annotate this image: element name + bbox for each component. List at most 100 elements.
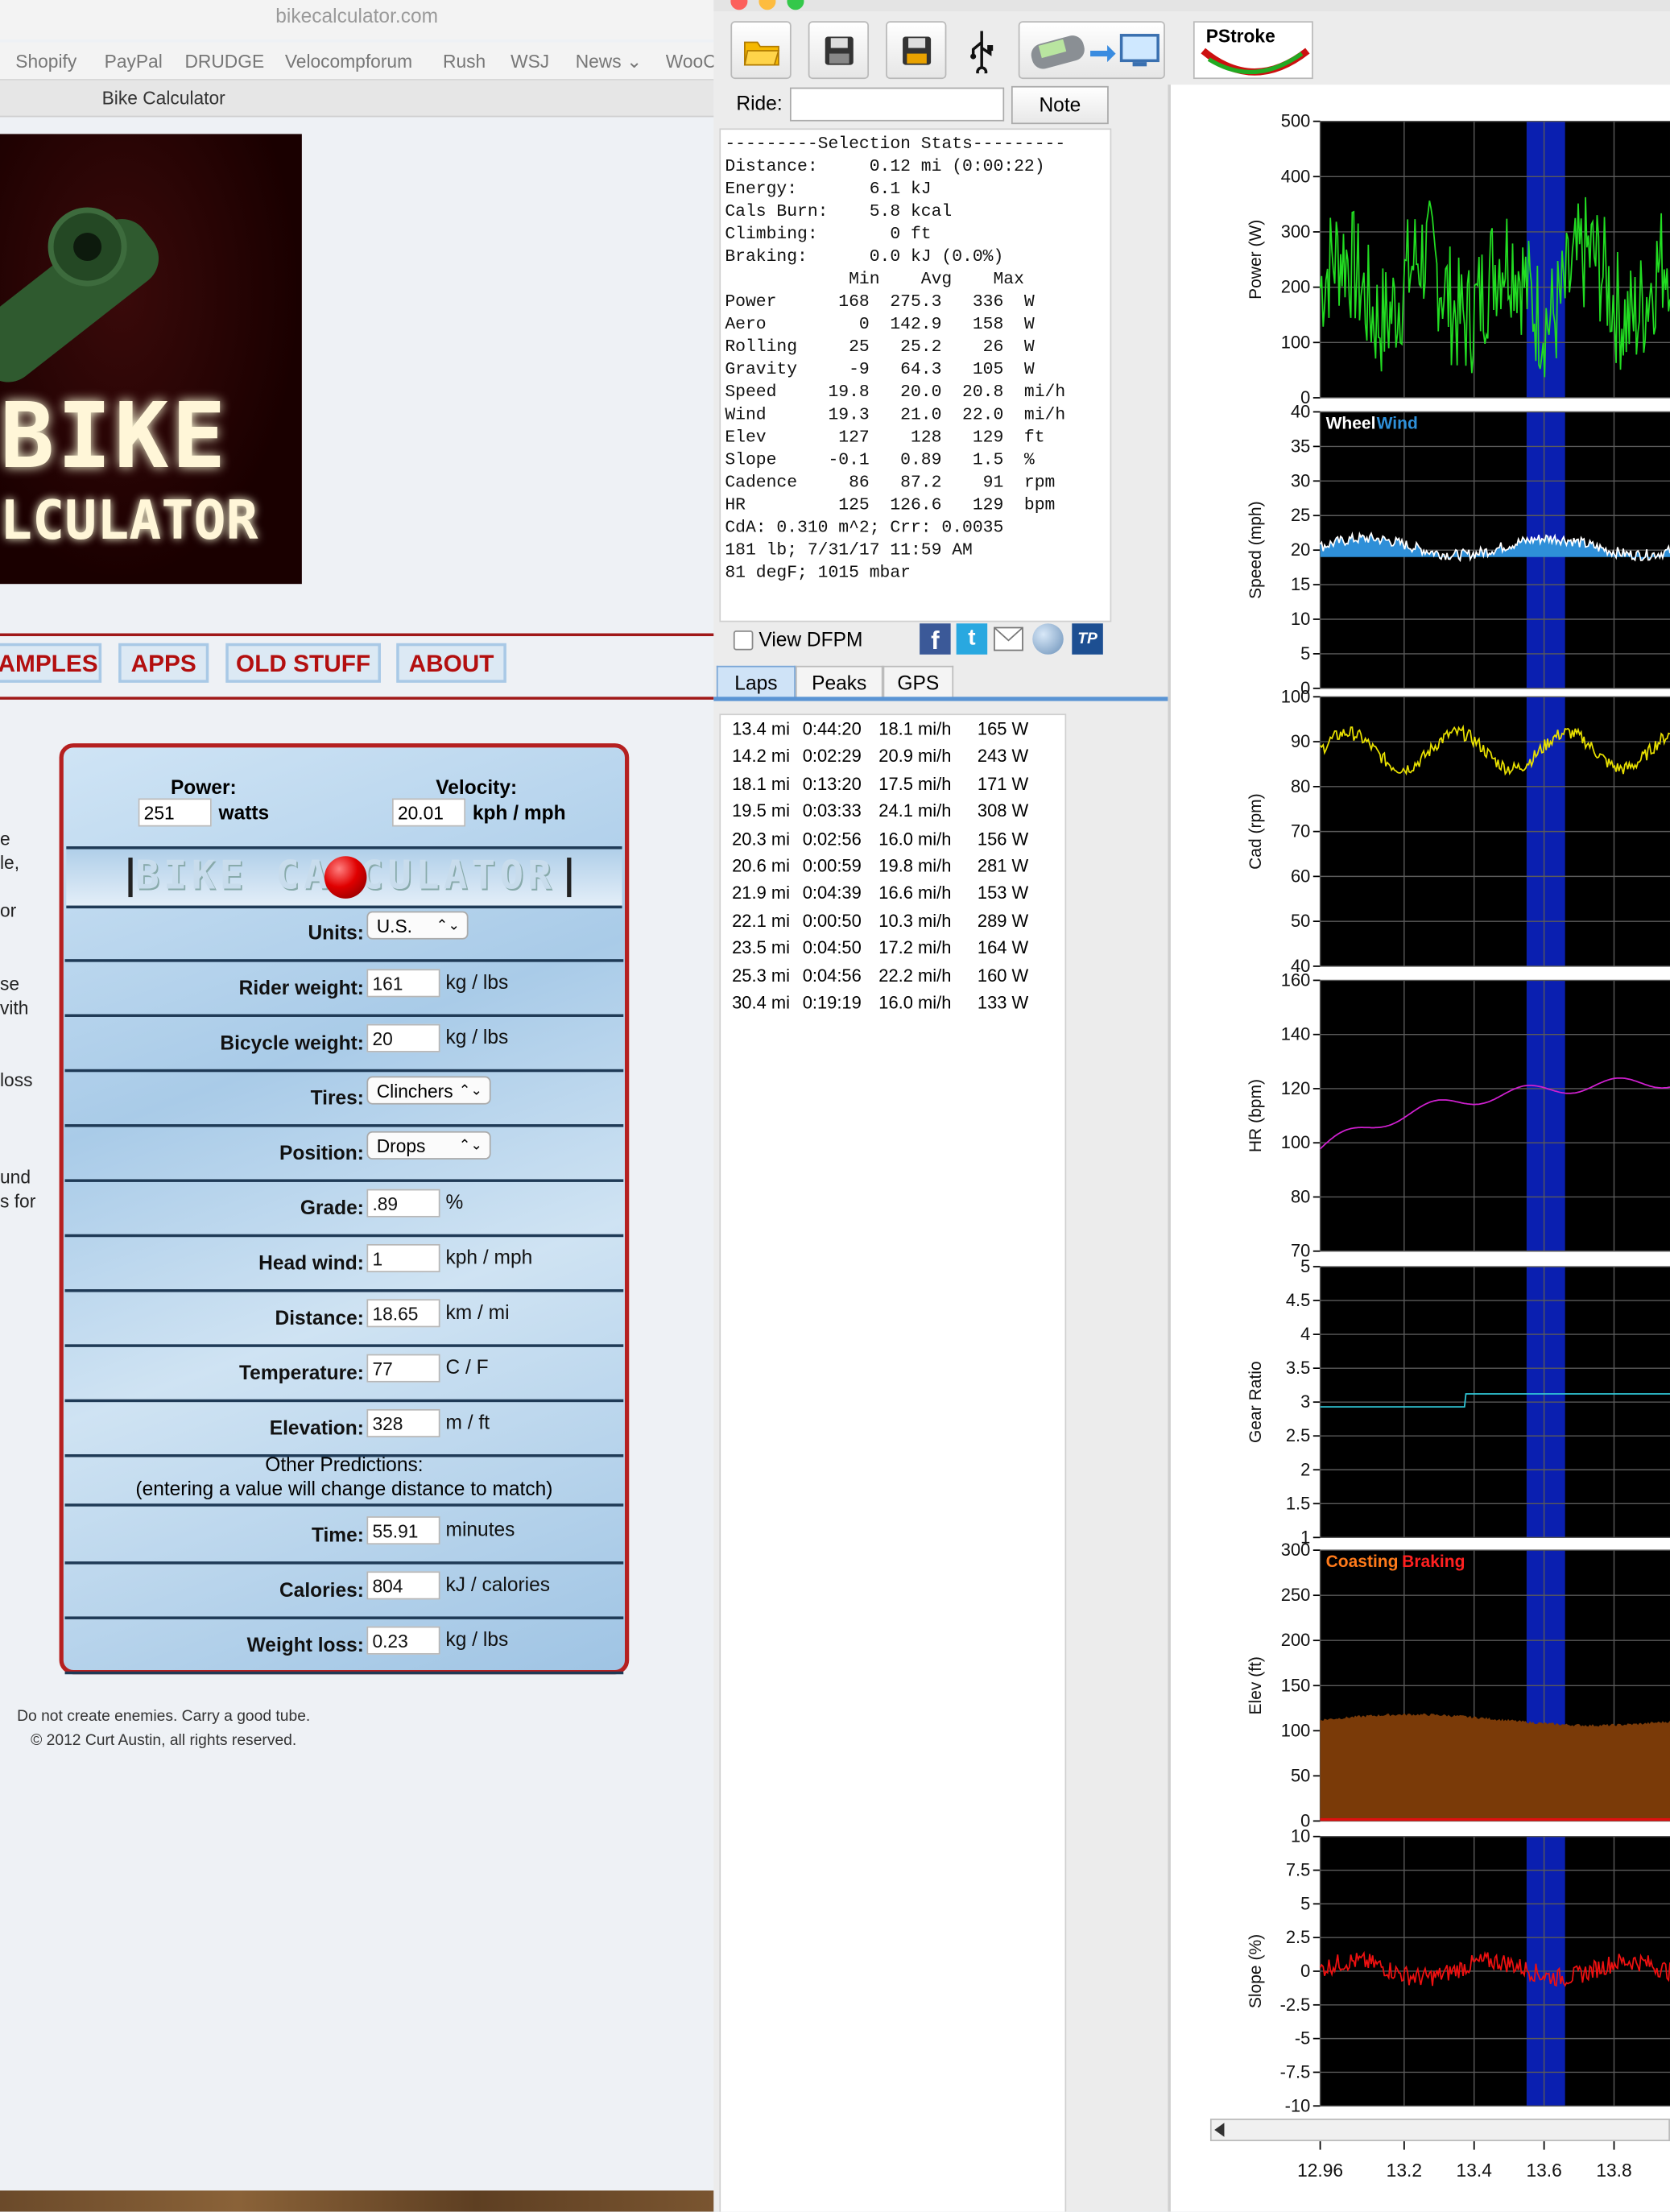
note-button[interactable]: Note: [1011, 85, 1109, 125]
close-icon[interactable]: [730, 0, 748, 10]
bookmark-velocompforum[interactable]: Velocompforum: [285, 51, 412, 72]
stats-line: Cals Burn: 5.8 kcal: [725, 201, 953, 222]
lap-row[interactable]: 18.1 mi 0:13:20 17.5 mi/h 171 W: [721, 774, 1062, 800]
lap-row[interactable]: 14.2 mi 0:02:29 20.9 mi/h 243 W: [721, 746, 1062, 772]
prediction-row: Time: 55.91 minutes: [64, 1507, 624, 1565]
bookmarks-bar: Shopify PayPal DRUDGE Velocompforum Rush…: [0, 42, 717, 81]
field-select[interactable]: U.S. ⌃⌄: [366, 911, 469, 940]
field-label: Rider weight:: [238, 976, 364, 999]
trainingpeaks-icon[interactable]: TP: [1072, 623, 1103, 655]
prediction-input[interactable]: 804: [366, 1571, 440, 1600]
pstroke-label: PStroke: [1205, 25, 1275, 47]
velocity-unit: kph / mph: [472, 800, 566, 824]
lap-row[interactable]: 20.6 mi 0:00:59 19.8 mi/h 281 W: [721, 856, 1062, 882]
bookmark-news[interactable]: News ⌄: [576, 51, 642, 73]
stats-line: Rolling 25 25.2 26 W: [725, 337, 1035, 358]
field-input[interactable]: 20: [366, 1023, 440, 1052]
field-input[interactable]: 1: [366, 1243, 440, 1273]
field-input[interactable]: 18.65: [366, 1299, 440, 1328]
y-axis-label: Slope (%): [1246, 1934, 1265, 2008]
lap-row[interactable]: 25.3 mi 0:04:56 22.2 mi/h 160 W: [721, 965, 1062, 991]
scroll-left-arrow-icon[interactable]: [1214, 2123, 1225, 2137]
bookmark-rush[interactable]: Rush: [443, 51, 486, 72]
nav-old-stuff[interactable]: OLD STUFF: [225, 643, 381, 683]
save-button[interactable]: [808, 21, 870, 80]
open-folder-button[interactable]: [730, 21, 792, 80]
url-field[interactable]: bikecalculator.com: [0, 0, 713, 31]
bookmark-wsj[interactable]: WSJ: [511, 51, 549, 72]
lap-cell: 133 W: [977, 993, 1029, 1013]
floppy-icon: [824, 35, 853, 64]
ride-charts: 5004003002001000Power (W)403530252015105…: [1213, 96, 1670, 2181]
velocity-input[interactable]: 20.01: [391, 798, 466, 827]
text-fragment: loss: [0, 1069, 33, 1091]
y-axis-label: Power (W): [1246, 220, 1265, 300]
bookmark-shopify[interactable]: Shopify: [15, 51, 76, 72]
nav-about[interactable]: ABOUT: [396, 643, 506, 683]
usb-icon[interactable]: [965, 28, 998, 78]
y-tick-label: 35: [1291, 436, 1310, 456]
field-input[interactable]: .89: [366, 1189, 440, 1218]
nav-examples[interactable]: AMPLES: [0, 643, 102, 683]
field-select[interactable]: Drops ⌃⌄: [366, 1131, 491, 1160]
folder-icon: [742, 40, 779, 65]
minimize-icon[interactable]: [759, 0, 776, 10]
web-globe-icon[interactable]: [1032, 623, 1064, 655]
chart-scrollbar[interactable]: [1209, 2119, 1670, 2142]
lap-row[interactable]: 22.1 mi 0:00:50 10.3 mi/h 289 W: [721, 911, 1062, 936]
power-input[interactable]: 251: [138, 798, 212, 827]
email-icon[interactable]: [993, 626, 1024, 652]
field-label: Distance:: [275, 1306, 364, 1329]
save-as-button[interactable]: [886, 21, 947, 80]
lap-row[interactable]: 20.3 mi 0:02:56 16.0 mi/h 156 W: [721, 829, 1062, 854]
logo-subtitle: LCULATOR: [0, 489, 258, 552]
tab-peaks[interactable]: Peaks: [795, 665, 883, 699]
field-input[interactable]: 77: [366, 1354, 440, 1383]
facebook-icon[interactable]: f: [920, 623, 951, 655]
device-transfer-button[interactable]: [1018, 21, 1165, 80]
prediction-input[interactable]: 55.91: [366, 1516, 440, 1545]
stats-line: Braking: 0.0 kJ (0.0%): [725, 246, 1004, 267]
lap-cell: 20.3 mi: [732, 829, 790, 849]
lap-row[interactable]: 13.4 mi 0:44:20 18.1 mi/h 165 W: [721, 719, 1062, 745]
lap-cell: 16.0 mi/h: [878, 829, 952, 849]
field-input[interactable]: 328: [366, 1408, 440, 1437]
velocity-label: Velocity:: [436, 775, 518, 799]
tab-gps[interactable]: GPS: [883, 665, 954, 699]
lap-row[interactable]: 21.9 mi 0:04:39 16.6 mi/h 153 W: [721, 883, 1062, 909]
lap-row[interactable]: 19.5 mi 0:03:33 24.1 mi/h 308 W: [721, 801, 1062, 827]
lap-row[interactable]: 23.5 mi 0:04:50 17.2 mi/h 164 W: [721, 938, 1062, 964]
series-area: [1320, 1713, 1670, 1821]
ride-input[interactable]: [789, 87, 1005, 122]
lap-cell: 22.2 mi/h: [878, 965, 952, 986]
stats-line: Speed 19.8 20.0 20.8 mi/h: [725, 382, 1066, 403]
banner-bar-right: [567, 858, 572, 898]
twitter-icon[interactable]: t: [956, 623, 988, 655]
zoom-icon[interactable]: [787, 0, 804, 10]
other-predictions-row: [64, 1451, 624, 1507]
floppy-edit-icon: [902, 35, 931, 64]
bookmark-wooc[interactable]: WooC: [666, 51, 717, 72]
lap-cell: 165 W: [977, 719, 1029, 739]
selection-band: [1526, 980, 1565, 1251]
bookmark-drudge[interactable]: DRUDGE: [184, 51, 264, 72]
prediction-input[interactable]: 0.23: [366, 1626, 440, 1655]
prediction-label: Weight loss:: [246, 1633, 364, 1656]
nav-apps[interactable]: APPS: [118, 643, 209, 683]
field-label: Elevation:: [269, 1416, 364, 1439]
tab-laps[interactable]: Laps: [716, 665, 796, 699]
lap-cell: 0:00:59: [802, 856, 862, 876]
power-label: Power:: [170, 775, 237, 799]
stats-line: Cadence 86 87.2 91 rpm: [725, 472, 1056, 493]
power-unit: watts: [218, 800, 270, 824]
view-dfpm-checkbox[interactable]: [733, 631, 754, 651]
field-select[interactable]: Clinchers ⌃⌄: [366, 1076, 491, 1105]
y-tick-label: 90: [1291, 731, 1310, 751]
field-input[interactable]: 161: [366, 969, 440, 998]
bookmark-paypal[interactable]: PayPal: [105, 51, 163, 72]
field-unit: kg / lbs: [445, 1025, 509, 1048]
prediction-label: Time:: [311, 1523, 364, 1546]
tab-active[interactable]: Bike Calculator: [0, 81, 327, 116]
lap-row[interactable]: 30.4 mi 0:19:19 16.0 mi/h 133 W: [721, 993, 1062, 1019]
pstroke-button[interactable]: PStroke: [1193, 21, 1313, 80]
